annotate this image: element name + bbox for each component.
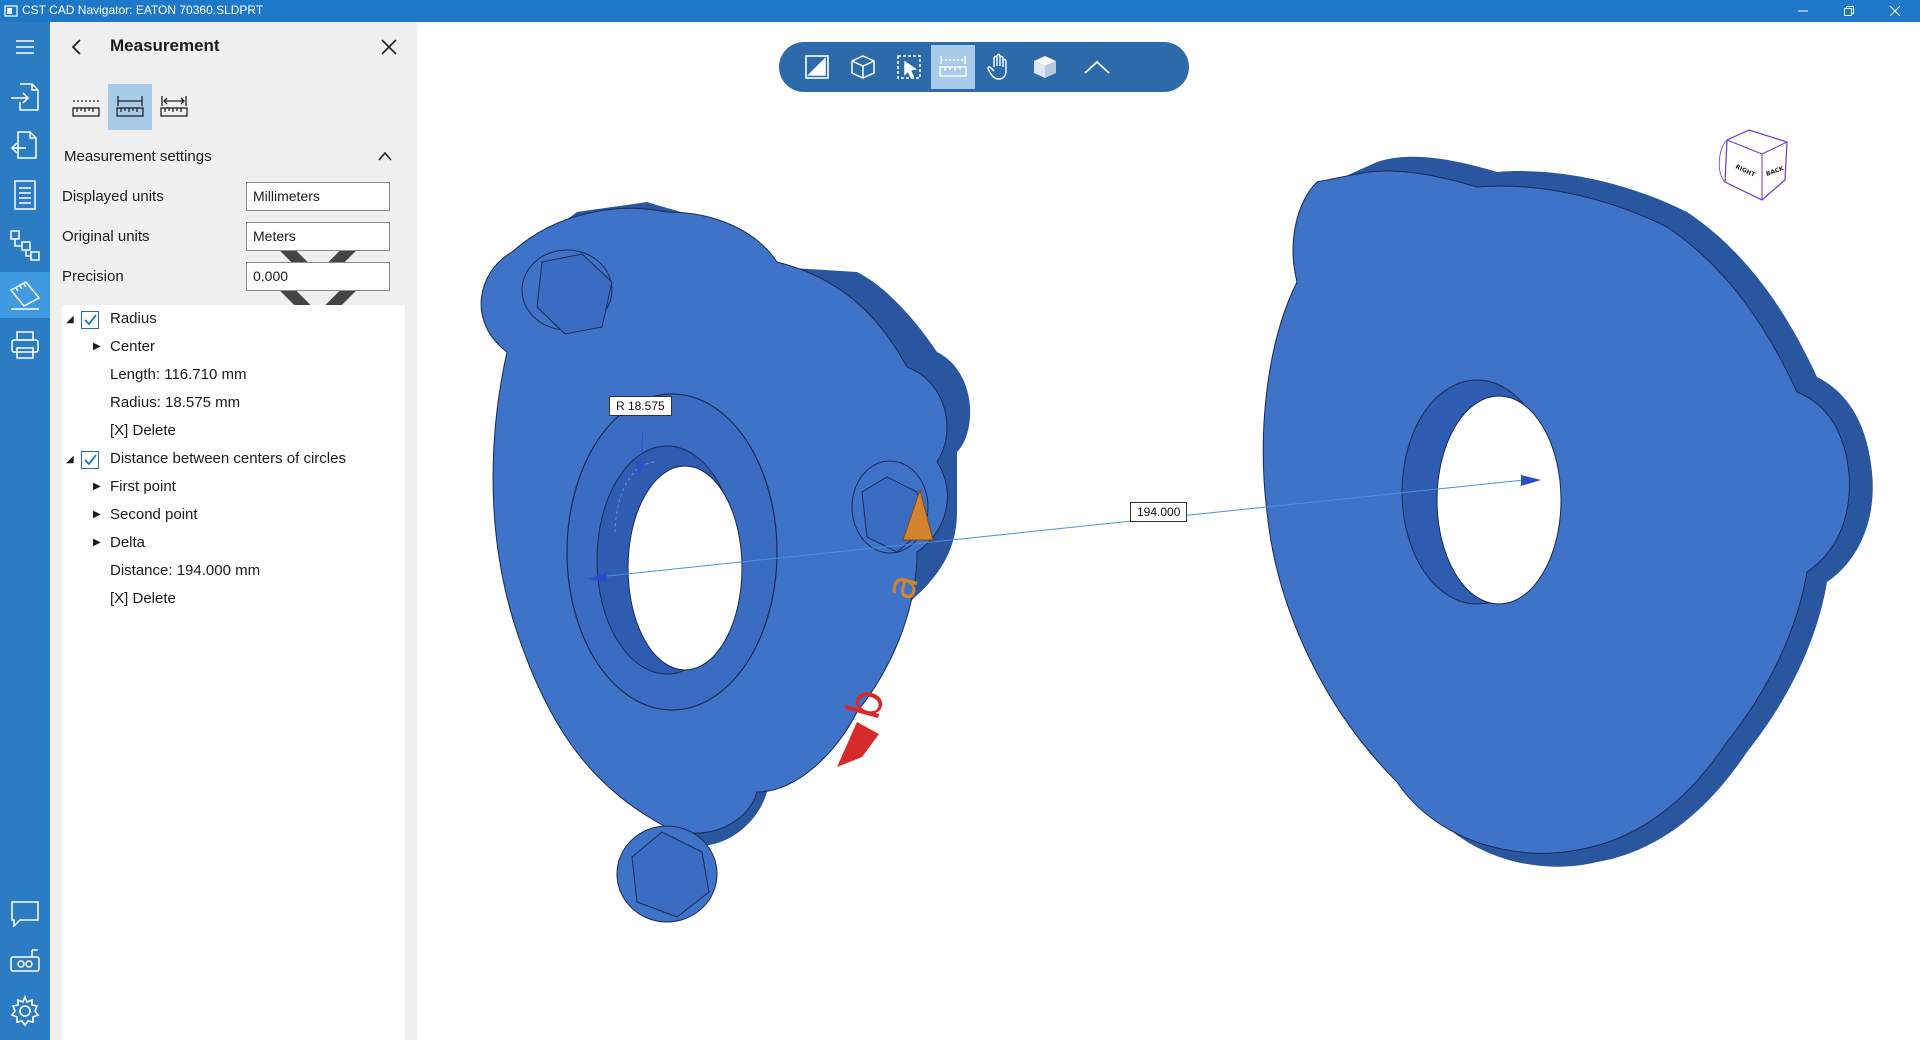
chevron-left-icon (71, 39, 81, 55)
measure-button[interactable] (931, 45, 975, 89)
restore-button[interactable] (1826, 0, 1872, 22)
section-view-icon (805, 55, 829, 79)
minimize-button[interactable] (1780, 0, 1826, 22)
settings-header[interactable]: Measurement settings (64, 148, 212, 165)
ruler-point-icon (72, 100, 100, 117)
video-recorder-button[interactable] (0, 940, 50, 986)
settings-button[interactable] (0, 988, 50, 1034)
tree-item-radius[interactable]: Radius (110, 310, 157, 327)
print-icon (11, 331, 39, 359)
expand-arrow-icon[interactable]: ◢ (66, 454, 74, 465)
import-button[interactable] (0, 74, 50, 120)
document-button[interactable] (0, 172, 50, 218)
comment-button[interactable] (0, 890, 50, 936)
expand-arrow-icon[interactable]: ▶ (93, 509, 101, 520)
measurement-tree: ◢ Radius ▶ Center Length: 116.710 mm Rad… (62, 305, 405, 1040)
pan-button[interactable] (977, 45, 1021, 89)
collapse-chevron-icon (1084, 60, 1110, 74)
close-panel-button[interactable] (374, 32, 404, 62)
export-icon (10, 131, 37, 159)
tree-item-distance[interactable]: Distance between centers of circles (110, 450, 346, 467)
document-icon (14, 180, 36, 210)
structure-tree-button[interactable] (0, 222, 50, 268)
bolt-head-bottom (616, 825, 718, 923)
tool-point-measure[interactable] (64, 84, 108, 130)
tree-item-second-point[interactable]: Second point (110, 506, 198, 523)
measurement-icon (9, 281, 41, 310)
view-cube-icon (851, 55, 875, 79)
distance-checkbox[interactable] (81, 451, 99, 469)
select-icon (897, 55, 921, 79)
displayed-units-select[interactable]: Millimeters (246, 182, 390, 289)
close-icon (381, 39, 397, 55)
menu-icon (16, 40, 34, 54)
settings-collapse-button[interactable] (372, 144, 398, 168)
window-title: CST CAD Navigator: EATON 70360.SLDPRT (22, 3, 264, 17)
ruler-distance-icon (160, 96, 188, 117)
close-window-button[interactable] (1872, 0, 1918, 22)
original-units-select[interactable]: Meters (246, 222, 390, 329)
measurement-button[interactable] (0, 272, 50, 318)
checkmark-icon (84, 454, 97, 466)
delete-distance-link[interactable]: [X] Delete (110, 590, 176, 607)
flange-part-left[interactable]: a b (480, 202, 971, 923)
radius-checkbox[interactable] (81, 311, 99, 329)
panel-header: Measurement (50, 22, 417, 72)
tree-item-first-point[interactable]: First point (110, 478, 176, 495)
menu-button[interactable] (0, 24, 50, 70)
view-cube-button[interactable] (841, 45, 885, 89)
measure-icon (939, 56, 967, 77)
pan-hand-icon (987, 53, 1007, 80)
original-units-label: Original units (62, 228, 150, 245)
settings-icon (10, 994, 40, 1027)
tool-edge-measure[interactable] (108, 84, 152, 130)
collapse-toolbar-button[interactable] (1075, 45, 1119, 89)
chevron-up-icon (378, 151, 392, 161)
cad-scene[interactable]: a b (417, 22, 1920, 1040)
delete-radius-link[interactable]: [X] Delete (110, 422, 176, 439)
import-icon (11, 83, 39, 111)
left-sidebar (0, 22, 50, 1040)
ruler-edge-icon (116, 96, 144, 117)
section-view-button[interactable] (795, 45, 839, 89)
precision-label: Precision (62, 268, 124, 285)
export-button[interactable] (0, 122, 50, 168)
title-bar: CST CAD Navigator: EATON 70360.SLDPRT (0, 0, 1920, 22)
view-toolbar (779, 42, 1189, 92)
panel-title: Measurement (110, 36, 220, 55)
tree-item-delta[interactable]: Delta (110, 534, 145, 551)
expand-arrow-icon[interactable]: ◢ (66, 314, 74, 325)
expand-arrow-icon[interactable]: ▶ (93, 341, 101, 352)
navigation-view-cube[interactable]: RIGHT BACK (1707, 120, 1807, 220)
tree-item-center[interactable]: Center (110, 338, 155, 355)
measurement-panel: Measurement Measurement settings Display… (50, 22, 417, 1040)
tree-structure-icon (10, 230, 40, 261)
expand-arrow-icon[interactable]: ▶ (93, 537, 101, 548)
tool-distance-measure[interactable] (152, 84, 196, 130)
flange-part-right[interactable] (1262, 156, 1873, 867)
select-button[interactable] (887, 45, 931, 89)
minimize-icon (1798, 10, 1808, 12)
checkmark-icon (84, 314, 97, 326)
video-recorder-icon (10, 949, 40, 972)
shaded-cube-icon (1034, 56, 1056, 78)
3d-viewport[interactable]: a b R 18.575 194.000 RIGHT BACK (417, 22, 1920, 1040)
tree-item-distance-value: Distance: 194.000 mm (110, 562, 261, 579)
tree-item-radius-value: Radius: 18.575 mm (110, 394, 241, 411)
displayed-units-label: Displayed units (62, 188, 164, 205)
distance-dimension-label[interactable]: 194.000 (1130, 502, 1188, 522)
back-button[interactable] (62, 32, 92, 62)
comment-icon (11, 901, 39, 928)
expand-arrow-icon[interactable]: ▶ (93, 481, 101, 492)
app-icon (4, 5, 18, 17)
radius-dimension-label[interactable]: R 18.575 (609, 396, 672, 416)
print-button[interactable] (0, 322, 50, 368)
shaded-view-button[interactable] (1023, 45, 1067, 89)
tree-item-length: Length: 116.710 mm (110, 366, 247, 383)
restore-icon (1844, 6, 1854, 16)
precision-select[interactable]: 0.000 (246, 262, 390, 369)
close-icon (1890, 6, 1900, 16)
